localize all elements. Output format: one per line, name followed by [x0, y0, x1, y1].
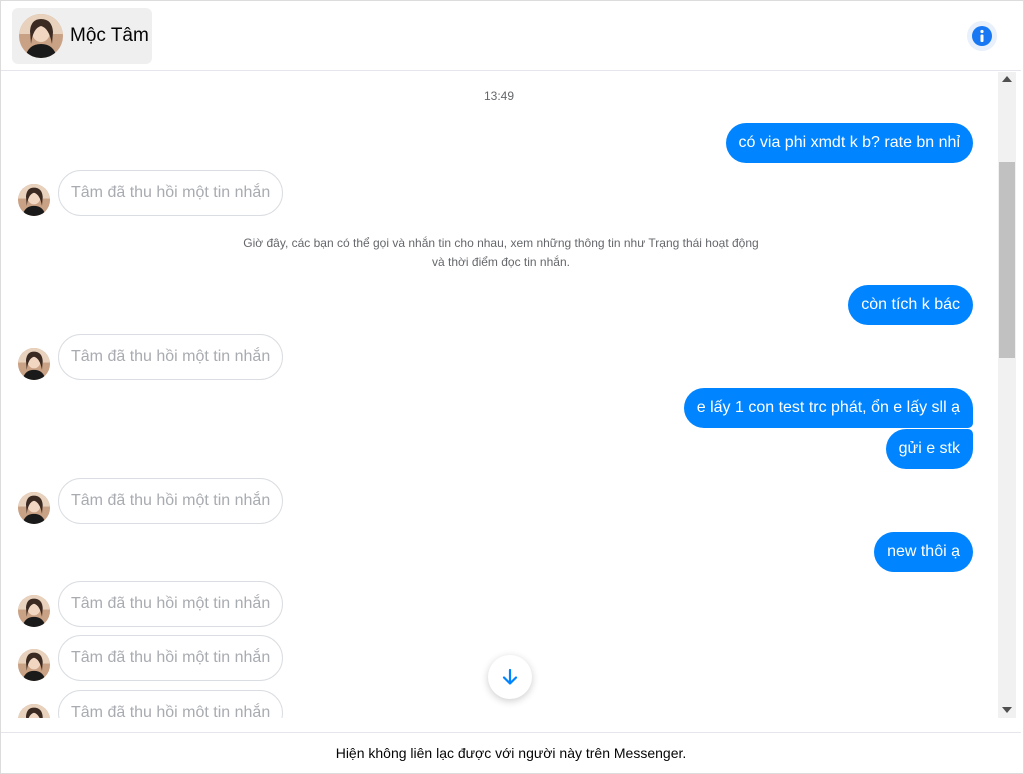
scrollbar-thumb[interactable]	[999, 162, 1015, 358]
scroll-to-bottom-button[interactable]	[488, 655, 532, 699]
message-list: 13:49 có via phi xmdt k b? rate bn nhỉ T…	[1, 72, 997, 718]
unsent-message[interactable]: Tâm đã thu hồi một tin nhắn	[58, 581, 284, 627]
unsent-message-row: Tâm đã thu hồi một tin nhắn	[18, 170, 318, 216]
system-notice: Giờ đây, các bạn có thể gọi và nhắn tin …	[243, 236, 759, 269]
unsent-message-row: Tâm đã thu hồi một tin nhắn	[18, 581, 318, 627]
unavailable-notice: Hiện không liên lạc được với người này t…	[1, 732, 1021, 772]
info-button[interactable]	[967, 21, 997, 51]
avatar	[18, 348, 50, 380]
contact-button[interactable]: Mộc Tâm	[12, 8, 152, 64]
scrollbar[interactable]	[998, 72, 1016, 718]
outgoing-message[interactable]: có via phi xmdt k b? rate bn nhỉ	[725, 123, 973, 163]
unsent-message-row: Tâm đã thu hồi một tin nhắn	[18, 334, 318, 380]
avatar	[18, 704, 50, 718]
avatar	[18, 492, 50, 524]
unsent-message[interactable]: Tâm đã thu hồi một tin nhắn	[58, 478, 284, 524]
scroll-down-arrow-icon[interactable]	[1002, 707, 1012, 713]
outgoing-message[interactable]: new thôi ạ	[874, 532, 973, 572]
unsent-message[interactable]: Tâm đã thu hồi một tin nhắn	[58, 690, 284, 718]
arrow-down-icon	[502, 668, 518, 685]
info-icon	[972, 26, 992, 46]
unsent-message[interactable]: Tâm đã thu hồi một tin nhắn	[58, 170, 284, 216]
avatar	[18, 184, 50, 216]
unsent-message-row: Tâm đã thu hồi một tin nhắn	[18, 478, 318, 524]
scroll-up-arrow-icon[interactable]	[1002, 76, 1012, 82]
avatar	[19, 14, 63, 58]
unsent-message-row: Tâm đã thu hồi một tin nhắn	[18, 690, 318, 718]
outgoing-message[interactable]: e lấy 1 con test trc phát, ổn e lấy sll …	[683, 388, 973, 428]
outgoing-message[interactable]: gửi e stk	[885, 429, 973, 469]
conversation-header: Mộc Tâm	[1, 1, 1021, 71]
unsent-message-row: Tâm đã thu hồi một tin nhắn	[18, 635, 318, 681]
unsent-message[interactable]: Tâm đã thu hồi một tin nhắn	[58, 334, 284, 380]
avatar	[18, 649, 50, 681]
avatar	[18, 595, 50, 627]
contact-name: Mộc Tâm	[70, 25, 149, 46]
message-timestamp: 13:49	[483, 89, 515, 103]
unsent-message[interactable]: Tâm đã thu hồi một tin nhắn	[58, 635, 284, 681]
outgoing-message[interactable]: còn tích k bác	[848, 285, 973, 325]
